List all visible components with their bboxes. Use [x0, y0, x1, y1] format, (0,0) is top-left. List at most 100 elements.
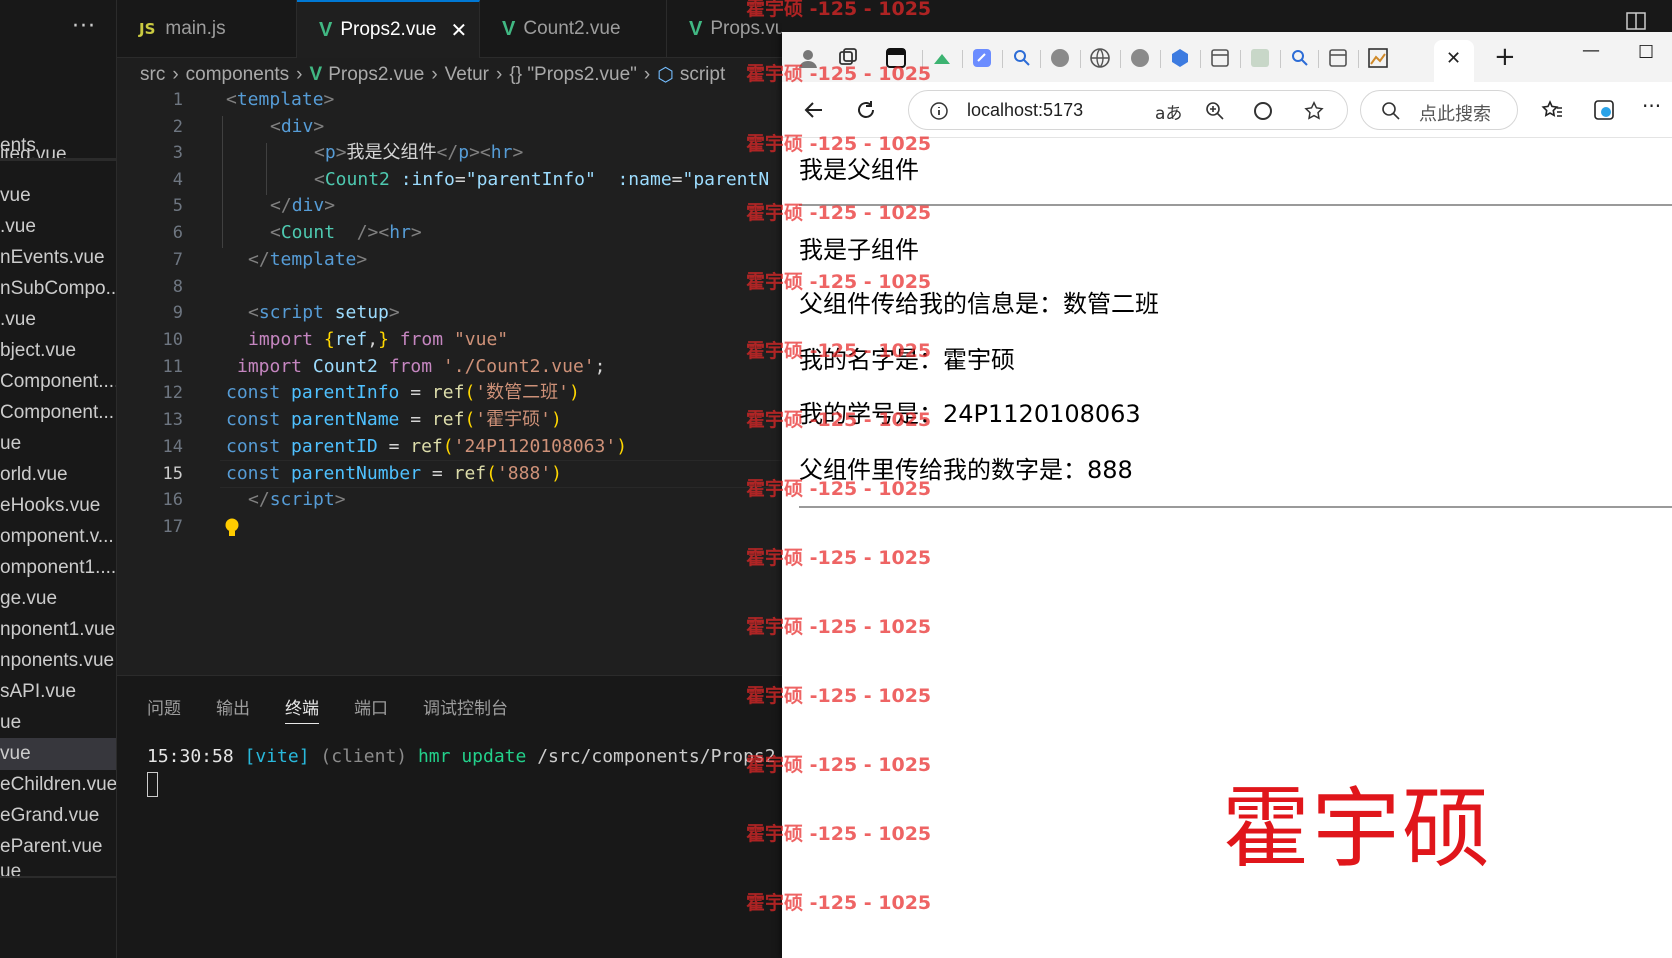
- explorer-item[interactable]: Component...: [0, 397, 116, 429]
- audio-icon[interactable]: [1248, 46, 1272, 70]
- breadcrumb-item[interactable]: Vetur: [445, 64, 489, 86]
- info-icon[interactable]: [929, 101, 949, 121]
- code-line: <Count2 :info="parentInfo" :name="parent…: [314, 169, 770, 190]
- explorer-item[interactable]: eParent.vue: [0, 831, 116, 863]
- explorer-item[interactable]: ue: [0, 862, 116, 876]
- more-icon[interactable]: ···: [1642, 94, 1661, 118]
- line-number: 10: [162, 330, 183, 350]
- cube-icon[interactable]: [1168, 46, 1192, 70]
- explorer-item[interactable]: ge.vue: [0, 583, 116, 615]
- tab-output[interactable]: 输出: [216, 694, 250, 719]
- lightbulb-icon[interactable]: [223, 517, 241, 539]
- tab-ports[interactable]: 端口: [354, 694, 388, 719]
- explorer-item[interactable]: bject.vue: [0, 335, 116, 367]
- explorer-item-label: nponents.vue: [0, 650, 115, 671]
- explorer-item[interactable]: Component....: [0, 366, 116, 398]
- search-placeholder: 点此搜索: [1419, 104, 1491, 124]
- layout-icon[interactable]: [1626, 12, 1646, 30]
- edge-icon[interactable]: [1253, 101, 1273, 121]
- site-favicon-icon[interactable]: [930, 46, 954, 70]
- divider: [1280, 50, 1281, 68]
- tab-terminal[interactable]: 终端: [285, 694, 319, 724]
- explorer-item[interactable]: nponent1.vue: [0, 614, 116, 646]
- tab-label: main.js: [165, 18, 226, 39]
- tab-page-icon[interactable]: [1326, 46, 1350, 70]
- line-number: 7: [172, 250, 183, 270]
- code-line: </div>: [270, 195, 336, 216]
- indent-guide: [222, 116, 223, 248]
- divider: [1318, 50, 1319, 68]
- explorer-item[interactable]: nEvents.vue: [0, 242, 116, 274]
- explorer-item[interactable]: sAPI.vue: [0, 676, 116, 708]
- vue-icon: V: [689, 17, 703, 40]
- tab-problems[interactable]: 问题: [147, 694, 181, 719]
- code-editor[interactable]: 1 2 3 4 5 6 7 8 9 10 11 12 13 14 15 16 1…: [117, 90, 782, 675]
- tab-props2-vue[interactable]: V Props2.vue ✕: [297, 0, 480, 58]
- watermark: 霍宇硕 -125 - 1025: [746, 133, 932, 155]
- site-favicon-icon[interactable]: [970, 46, 994, 70]
- explorer-item[interactable]: omponent.v...: [0, 521, 116, 553]
- line-number: 1: [172, 90, 183, 110]
- favorites-icon[interactable]: [1540, 98, 1564, 122]
- close-icon[interactable]: ✕: [450, 18, 467, 43]
- divider: [1358, 50, 1359, 68]
- explorer-item-label: omponent1....: [0, 557, 117, 578]
- explorer-item[interactable]: eChildren.vue: [0, 769, 116, 801]
- refresh-icon[interactable]: [854, 98, 878, 122]
- tab-label: Count2.vue: [523, 18, 621, 39]
- line-number: 5: [172, 196, 183, 216]
- breadcrumb-item[interactable]: src: [140, 64, 165, 86]
- explorer-item[interactable]: .vue: [0, 211, 116, 243]
- globe-icon[interactable]: [1128, 46, 1152, 70]
- new-tab-icon[interactable]: +: [1494, 42, 1516, 72]
- explorer-item[interactable]: eGrand.vue: [0, 800, 116, 832]
- breadcrumb-item[interactable]: Props2.vue: [328, 64, 424, 86]
- maximize-icon[interactable]: ☐: [1638, 42, 1654, 63]
- tab-main-js[interactable]: JS main.js: [117, 0, 297, 58]
- back-icon[interactable]: [802, 98, 826, 122]
- explorer-item-label: .vue: [0, 216, 36, 237]
- divider: [0, 158, 116, 161]
- globe-icon[interactable]: [1088, 46, 1112, 70]
- explorer-item-label: orld.vue: [0, 464, 68, 485]
- address-bar-url[interactable]: localhost:5173: [967, 100, 1083, 121]
- more-actions-icon[interactable]: ···: [72, 14, 96, 39]
- code-line: <script setup>: [248, 302, 400, 323]
- edge-copilot-icon[interactable]: [1592, 98, 1616, 122]
- globe-icon[interactable]: [1048, 46, 1072, 70]
- breadcrumb-item[interactable]: {} "Props2.vue": [509, 64, 637, 86]
- divider: [1120, 50, 1121, 68]
- image-icon[interactable]: [1366, 46, 1390, 70]
- search-input[interactable]: 点此搜索: [1360, 90, 1518, 130]
- tab-debug-console[interactable]: 调试控制台: [423, 694, 508, 719]
- watermark: 霍宇硕 -125 - 1025: [746, 754, 932, 776]
- explorer-item-selected[interactable]: vue: [0, 738, 116, 770]
- address-bar[interactable]: localhost:5173 aあ: [908, 90, 1348, 130]
- read-aloud-icon[interactable]: aあ: [1155, 99, 1182, 124]
- breadcrumb-item[interactable]: script: [680, 64, 725, 86]
- terminal-output[interactable]: 15:30:58 [vite] (client) hmr update /src…: [147, 746, 776, 767]
- explorer-item[interactable]: nSubCompo...: [0, 273, 116, 305]
- explorer-item[interactable]: ue: [0, 428, 116, 460]
- explorer-item-label: eGrand.vue: [0, 805, 100, 826]
- signature-text: 霍宇硕: [1222, 777, 1493, 880]
- explorer-item[interactable]: eHooks.vue: [0, 490, 116, 522]
- search-icon[interactable]: [1010, 46, 1034, 70]
- browser-tab-active[interactable]: ✕: [1434, 40, 1474, 82]
- zoom-icon[interactable]: [1205, 101, 1225, 121]
- divider: [1200, 50, 1201, 68]
- line-number: 14: [162, 437, 183, 457]
- explorer-item[interactable]: vue: [0, 180, 116, 212]
- explorer-item[interactable]: nponents.vue: [0, 645, 116, 677]
- explorer-item[interactable]: .vue: [0, 304, 116, 336]
- explorer-item[interactable]: omponent1....: [0, 552, 117, 584]
- explorer-item[interactable]: orld.vue: [0, 459, 116, 491]
- tab-count2-vue[interactable]: V Count2.vue: [480, 0, 667, 58]
- explorer-item[interactable]: ue: [0, 707, 116, 739]
- search-icon[interactable]: [1288, 46, 1312, 70]
- minimize-icon[interactable]: —: [1582, 40, 1600, 61]
- breadcrumb-item[interactable]: components: [186, 64, 290, 86]
- favorite-star-icon[interactable]: [1303, 100, 1325, 122]
- tab-page-icon[interactable]: [1208, 46, 1232, 70]
- close-icon[interactable]: ✕: [1446, 48, 1461, 69]
